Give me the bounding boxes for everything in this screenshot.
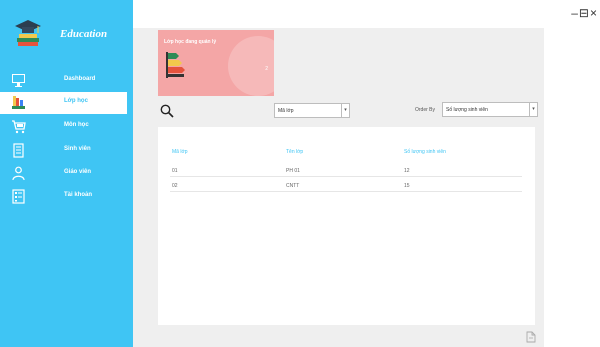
window-controls[interactable]: –⊟×: [571, 6, 598, 20]
sidebar-item-label: Giáo viên: [64, 169, 92, 175]
sidebar-item-classes[interactable]: Lớp học: [0, 92, 127, 114]
sidebar-item-label: Dashboard: [64, 76, 96, 82]
table-cell: 02: [172, 183, 178, 189]
order-selected-value: Số lượng sinh viên: [446, 107, 488, 113]
document-icon: [13, 143, 24, 158]
sidebar-item-accounts[interactable]: Tài khoản: [0, 186, 127, 208]
table-row[interactable]: 01 PH 01 12: [170, 165, 522, 177]
order-by-label: Order By: [415, 107, 436, 113]
sidebar-item-subjects[interactable]: Môn học: [0, 116, 127, 138]
sidebar-item-label: Tài khoản: [64, 192, 93, 198]
table-cell: PH 01: [286, 168, 300, 174]
column-header[interactable]: Mã lớp: [172, 149, 188, 155]
sidebar-item-label: Môn học: [64, 122, 89, 128]
list-icon: [12, 189, 25, 204]
order-by-dropdown[interactable]: Số lượng sinh viên ▾: [442, 102, 538, 117]
summary-card[interactable]: Lớp học đang quản lý 2: [158, 30, 274, 96]
sidebar-item-label: Lớp học: [64, 98, 88, 104]
table-cell: 01: [172, 168, 178, 174]
filter-selected-value: Mã lớp: [278, 108, 294, 114]
cart-icon: [12, 120, 26, 134]
sidebar-item-teachers[interactable]: Giáo viên: [0, 163, 127, 185]
table-cell: 15: [404, 183, 410, 189]
sidebar-item-students[interactable]: Sinh viên: [0, 140, 127, 162]
graduation-books-icon: [15, 20, 41, 46]
search-icon[interactable]: [160, 104, 174, 118]
card-title: Lớp học đang quản lý: [164, 39, 217, 45]
sidebar: Education Dashboard Lớp học Môn học Sinh…: [0, 0, 133, 347]
table-row[interactable]: 02 CNTT 15: [170, 180, 522, 192]
sidebar-item-dashboard[interactable]: Dashboard: [0, 70, 127, 92]
filter-dropdown[interactable]: Mã lớp ▾: [274, 103, 350, 118]
card-value: 2: [265, 66, 268, 72]
table-cell: CNTT: [286, 183, 300, 189]
chevron-down-icon[interactable]: ▾: [341, 104, 349, 117]
books-icon: [12, 96, 25, 109]
table-cell: 12: [404, 168, 410, 174]
sidebar-item-label: Sinh viên: [64, 146, 91, 152]
energy-rating-icon: [166, 52, 185, 78]
person-icon: [12, 166, 25, 181]
chevron-down-icon[interactable]: ▾: [529, 103, 537, 116]
export-file-icon[interactable]: [526, 331, 536, 343]
window-controls-glyphs[interactable]: –⊟×: [571, 6, 598, 20]
app-title: Education: [60, 28, 108, 40]
column-header[interactable]: Tên lớp: [286, 149, 303, 155]
column-header[interactable]: Số lượng sinh viên: [404, 149, 446, 155]
data-table: Mã lớp Tên lớp Số lượng sinh viên 01 PH …: [158, 127, 535, 325]
monitor-board-icon: [12, 74, 25, 87]
